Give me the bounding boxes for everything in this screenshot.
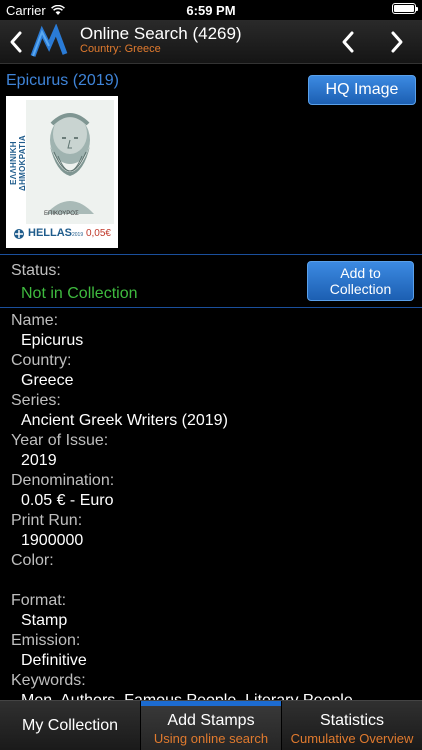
app-logo [30, 24, 68, 57]
clock: 6:59 PM [186, 3, 236, 18]
page-subtitle: Country: Greece [80, 43, 161, 55]
tab-sublabel: Using online search [153, 731, 269, 746]
back-chevron-icon[interactable] [4, 28, 28, 56]
tab-label: Statistics [319, 712, 384, 729]
tab-label: Add Stamps [167, 712, 255, 729]
divider [0, 307, 422, 308]
detail-emission: Emission: Definitive [11, 632, 87, 669]
stamp-detail-content[interactable]: Epicurus (2019) HQ Image ΕΛΛΗΝΙΚΗ ΔΗΜΟΚΡ… [0, 65, 422, 700]
stamp-side-text: ΕΛΛΗΝΙΚΗ ΔΗΜΟΚΡΑΤΙΑ [10, 135, 27, 191]
next-item-chevron-icon[interactable] [385, 28, 409, 56]
tab-my-collection[interactable]: My Collection [0, 701, 141, 750]
stamp-country: HELLAS [28, 227, 72, 239]
detail-denomination: Denomination: 0.05 € - Euro [11, 472, 115, 509]
coat-of-arms-icon [14, 229, 24, 239]
hq-image-button[interactable]: HQ Image [308, 75, 416, 105]
nav-bar: Online Search (4269) Country: Greece [0, 20, 422, 64]
tab-add-stamps[interactable]: Add Stamps Using online search [141, 701, 282, 750]
detail-country: Country: Greece [11, 352, 74, 389]
add-to-collection-button[interactable]: Add to Collection [307, 261, 414, 301]
status-bar: Carrier 6:59 PM [0, 0, 422, 20]
battery-icon [392, 3, 418, 14]
stamp-title: Epicurus (2019) [6, 72, 119, 89]
collection-status-value: Not in Collection [21, 285, 138, 302]
stamp-value: 0,05€ [85, 228, 111, 239]
tab-statistics[interactable]: Statistics Cumulative Overview [282, 701, 422, 750]
detail-color: Color: [11, 552, 54, 569]
stamp-caption: ΕΠΙΚΟΥΡΟΣ [44, 211, 79, 217]
detail-year-of-issue: Year of Issue: 2019 [11, 432, 109, 469]
tab-sublabel: Cumulative Overview [290, 731, 414, 746]
detail-print-run: Print Run: 1900000 [11, 512, 84, 549]
page-title: Online Search (4269) [80, 24, 242, 43]
stamp-year: 2019 [72, 232, 84, 238]
stamp-details-list: Name: Epicurus Country: Greece Series: A… [0, 311, 422, 700]
detail-keywords: Keywords: Men, Authors, Famous People, L… [11, 672, 353, 700]
detail-name: Name: Epicurus [11, 312, 84, 349]
stamp-image[interactable]: ΕΛΛΗΝΙΚΗ ΔΗΜΟΚΡΑΤΙΑ ΕΠΙΚΟΥΡΟΣ HELLAS 201… [6, 96, 118, 248]
detail-series: Series: Ancient Greek Writers (2019) [11, 392, 228, 429]
tab-bar: My Collection Add Stamps Using online se… [0, 700, 422, 750]
divider [0, 254, 422, 255]
epicurus-portrait [46, 113, 94, 214]
detail-format: Format: Stamp [11, 592, 68, 629]
status-label: Status: [11, 262, 61, 279]
previous-item-chevron-icon[interactable] [336, 28, 360, 56]
tab-label: My Collection [21, 717, 119, 734]
